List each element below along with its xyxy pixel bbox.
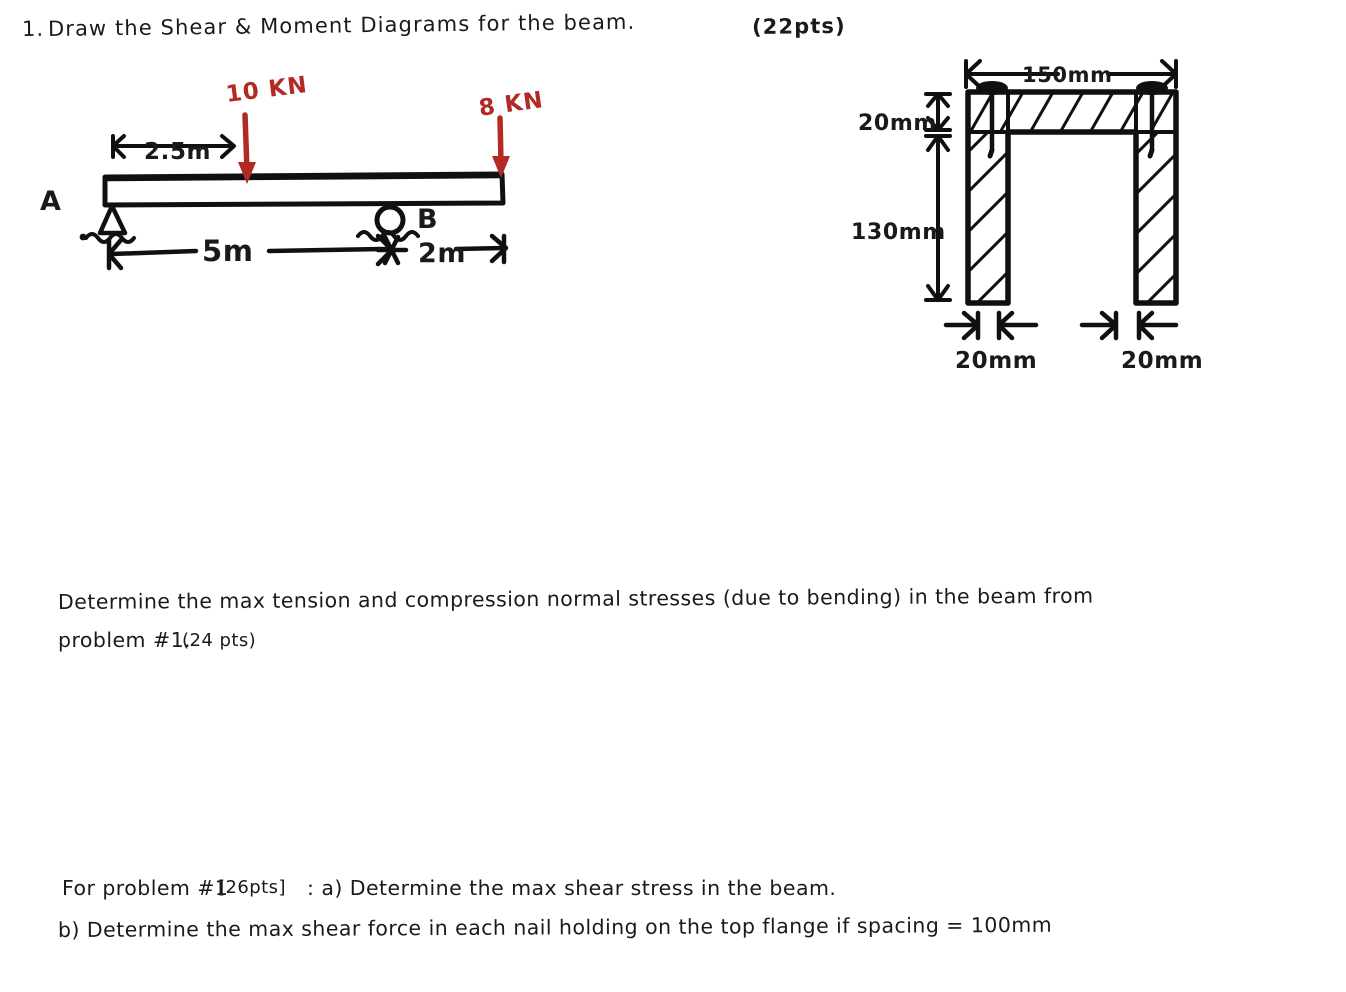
problem3-line1-prefix: For problem #1	[62, 876, 229, 900]
nail-right	[1136, 81, 1168, 159]
load-arrow-8kn	[492, 115, 510, 178]
support-a-label: A	[40, 186, 62, 217]
dimension-label-5m: 5m	[202, 234, 254, 268]
support-b-roller	[356, 204, 420, 242]
problem3-line2: b) Determine the max shear force in each…	[57, 912, 1053, 942]
beam-diagram	[79, 112, 510, 271]
problem1-statement: Draw the Shear & Moment Diagrams for the…	[47, 9, 636, 41]
problem1-points: (22pts)	[751, 13, 846, 39]
dimension-label-2-5m: 2.5m	[144, 139, 212, 165]
dimension-20mm-right-leg	[1079, 310, 1179, 341]
dimension-label-2m: 2m	[418, 238, 467, 269]
problem3-line1-suffix: : a) Determine the max shear stress in t…	[307, 876, 837, 900]
label-section-width: 150mm	[1022, 63, 1113, 87]
channel-outline	[965, 89, 1179, 306]
label-web-height: 130mm	[851, 220, 946, 245]
support-b-label: B	[417, 204, 439, 235]
label-right-leg-thickness: 20mm	[1121, 348, 1204, 374]
dimension-5m	[106, 233, 409, 271]
worksheet-page: 1. Draw the Shear & Moment Diagrams for …	[0, 0, 1346, 992]
beam-member	[102, 171, 506, 208]
dimension-130mm	[924, 134, 952, 302]
nail-left	[976, 81, 1008, 159]
label-left-leg-thickness: 20mm	[955, 348, 1038, 374]
dimension-20mm-left-leg	[943, 310, 1039, 341]
support-a-pin	[79, 203, 136, 244]
problem2-points: (24 pts)	[182, 630, 257, 651]
problem2-line2: problem #1.	[58, 628, 192, 652]
hatch-right-leg	[1136, 132, 1176, 304]
problem2-line1: Determine the max tension and compressio…	[57, 583, 1094, 614]
problem1-number: 1.	[21, 16, 45, 41]
label-flange-thickness: 20mm	[858, 111, 937, 136]
problem3-line1-points: [26pts]	[218, 877, 286, 898]
